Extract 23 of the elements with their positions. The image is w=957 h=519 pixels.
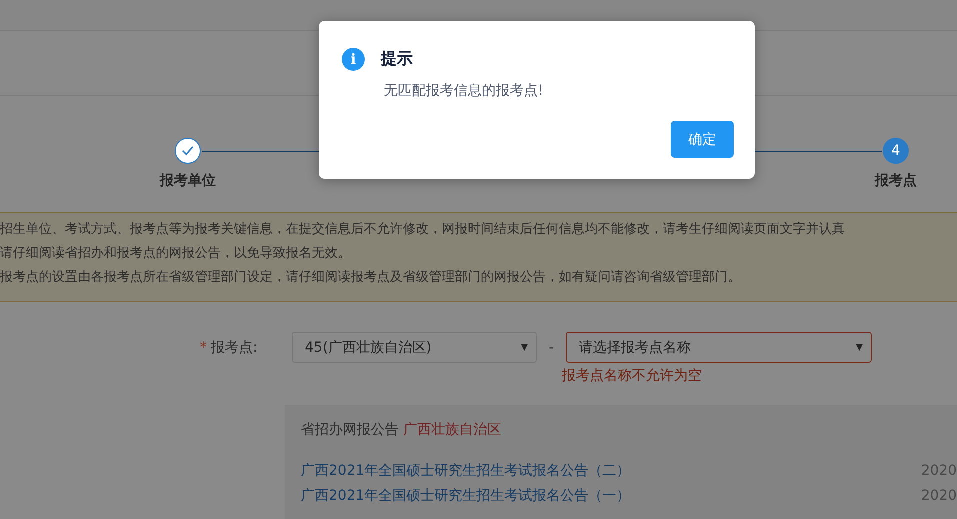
notice-text: 请仔细阅读省招办和报考点的网报公告，以免导致报名无效。 (0, 245, 352, 263)
caret-icon: ▼ (856, 342, 864, 352)
announcement-date: 2020 (921, 462, 957, 481)
step-number: 4 (883, 138, 909, 164)
confirm-button[interactable]: 确定 (671, 121, 734, 158)
notice-text: 招生单位、考试方式、报考点等为报考关键信息，在提交信息后不允许修改，网报时间结束后任何信息均不能修改，请考生仔细阅读页面文字并认真 (0, 221, 846, 239)
notice-text: 报考点的设置由各报考点所在省级管理部门设定，请仔细阅读报考点及省级管理部门的网报公告，如有疑问请咨询省级管理部门。 (0, 269, 742, 287)
step-label: 报考单位 (160, 172, 216, 190)
announcement-date: 2020 (921, 487, 957, 506)
province-select[interactable]: 45(广西壮族自治区) ▼ (292, 332, 537, 363)
dialog-title: 提示 (381, 49, 413, 70)
announcement-link[interactable]: 广西2021年全国硕士研究生招生考试报名公告（一） (301, 484, 631, 509)
dialog-message: 无匹配报考信息的报考点! (384, 82, 545, 100)
step-label: 报考点 (875, 172, 917, 190)
announcement-link[interactable]: 广西2021年全国硕士研究生招生考试报名公告（二） (301, 459, 631, 484)
panel-title: 省招办网报公告 广西壮族自治区 (301, 421, 502, 439)
site-select[interactable]: 请选择报考点名称 ▼ (566, 332, 872, 363)
caret-icon: ▼ (521, 342, 528, 352)
error-message: 报考点名称不允许为空 (562, 367, 703, 385)
separator-text: - (549, 340, 554, 356)
field-label: 报考点: (211, 338, 259, 356)
info-icon: i (342, 48, 365, 71)
required-mark: * (200, 340, 207, 356)
